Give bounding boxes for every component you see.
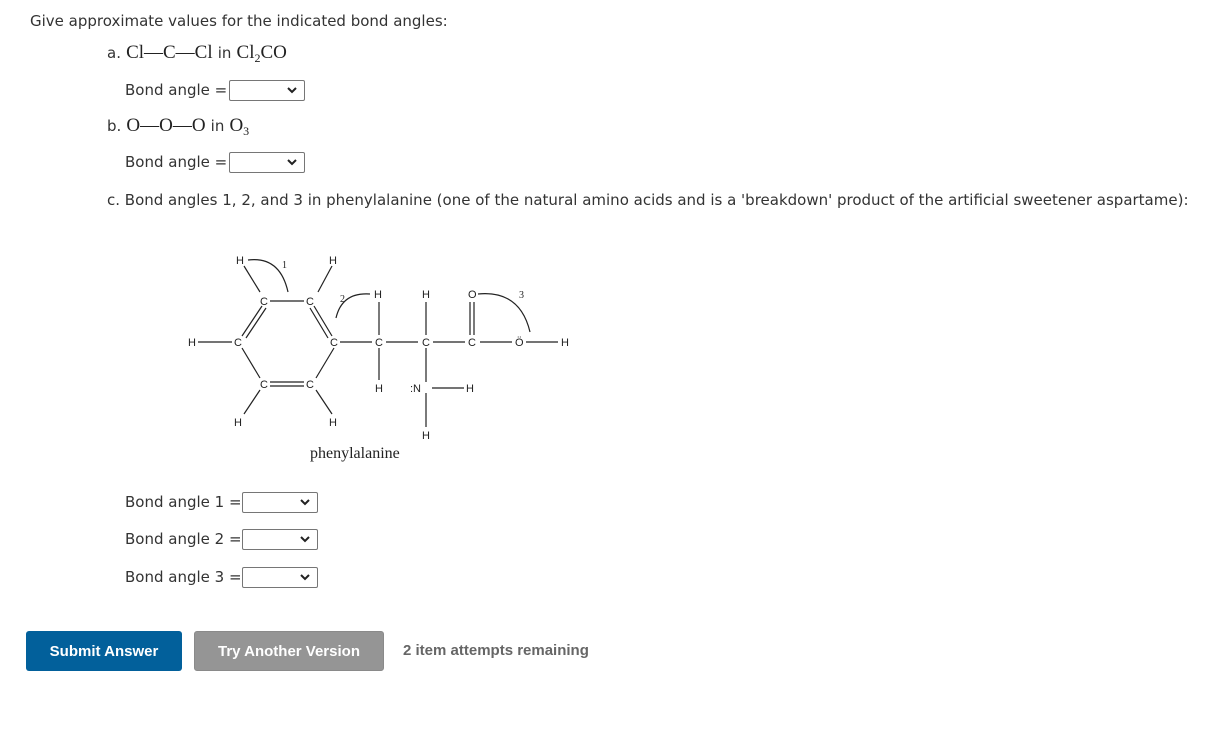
part-a-in: in [217,44,232,62]
part-b-angle-select[interactable] [229,152,305,173]
part-a-heading: a. Cl—C—Cl in Cl2CO [107,42,287,66]
part-b-bond: O—O—O [126,115,206,136]
part-b-label: b. [107,117,122,135]
atom-c: C [260,379,268,391]
angle-3-select[interactable] [242,567,318,588]
phenylalanine-structure: H H C C H C C C C H H H C H H C :N H H O… [188,255,569,462]
angle-marker-3: 3 [519,290,524,301]
atom-c: C [234,337,242,349]
atom-h: H [561,337,569,349]
angle-marker-1: 1 [282,260,287,271]
atom-o: O [468,289,477,301]
molecule-tail: CO [260,42,287,63]
angle-3-label: Bond angle 3 = [125,568,242,586]
chevron-down-icon [300,536,310,543]
submit-answer-button[interactable]: Submit Answer [26,631,182,671]
chevron-down-icon [300,499,310,506]
figure-caption: phenylalanine [310,445,400,462]
part-a-answer-label: Bond angle = [125,81,228,99]
part-a-angle-select[interactable] [229,80,305,101]
angle-1-label: Bond angle 1 = [125,493,242,511]
atom-n: :N [410,383,421,395]
angle-2-label: Bond angle 2 = [125,530,242,548]
molecule-text: O [229,115,244,136]
part-a-molecule: Cl2CO [236,42,287,65]
atom-h: H [422,289,430,301]
part-b-answer-label: Bond angle = [125,153,228,171]
molecule-text: Cl [236,42,255,63]
molecule-subscript: 3 [243,124,250,138]
part-b-molecule: O3 [229,115,250,138]
chevron-down-icon [300,574,310,581]
atom-h: H [329,417,337,429]
atom-c: C [468,337,476,349]
atom-h: H [375,383,383,395]
atom-h: H [422,430,430,442]
part-b-heading: b. O—O—O in O3 [107,115,249,139]
atom-c: C [330,337,338,349]
angle-1-select[interactable] [242,492,318,513]
part-c-text: c. Bond angles 1, 2, and 3 in phenylalan… [107,191,1189,209]
atom-h: H [236,255,244,267]
attempts-remaining: 2 item attempts remaining [403,642,589,659]
angle-2-select[interactable] [242,529,318,550]
atom-h: H [329,255,337,267]
atom-o: Ö [515,337,524,349]
part-b-in: in [210,117,225,135]
try-another-version-button[interactable]: Try Another Version [194,631,384,671]
atom-h: H [234,417,242,429]
atom-c: C [306,296,314,308]
atom-h: H [466,383,474,395]
chevron-down-icon [287,87,297,94]
atom-h: H [374,289,382,301]
atom-c: C [422,337,430,349]
atom-h: H [188,337,196,349]
atom-c: C [375,337,383,349]
part-a-label: a. [107,44,121,62]
chevron-down-icon [287,159,297,166]
question-prompt: Give approximate values for the indicate… [30,12,448,30]
part-a-bond: Cl—C—Cl [126,42,213,63]
atom-c: C [306,379,314,391]
